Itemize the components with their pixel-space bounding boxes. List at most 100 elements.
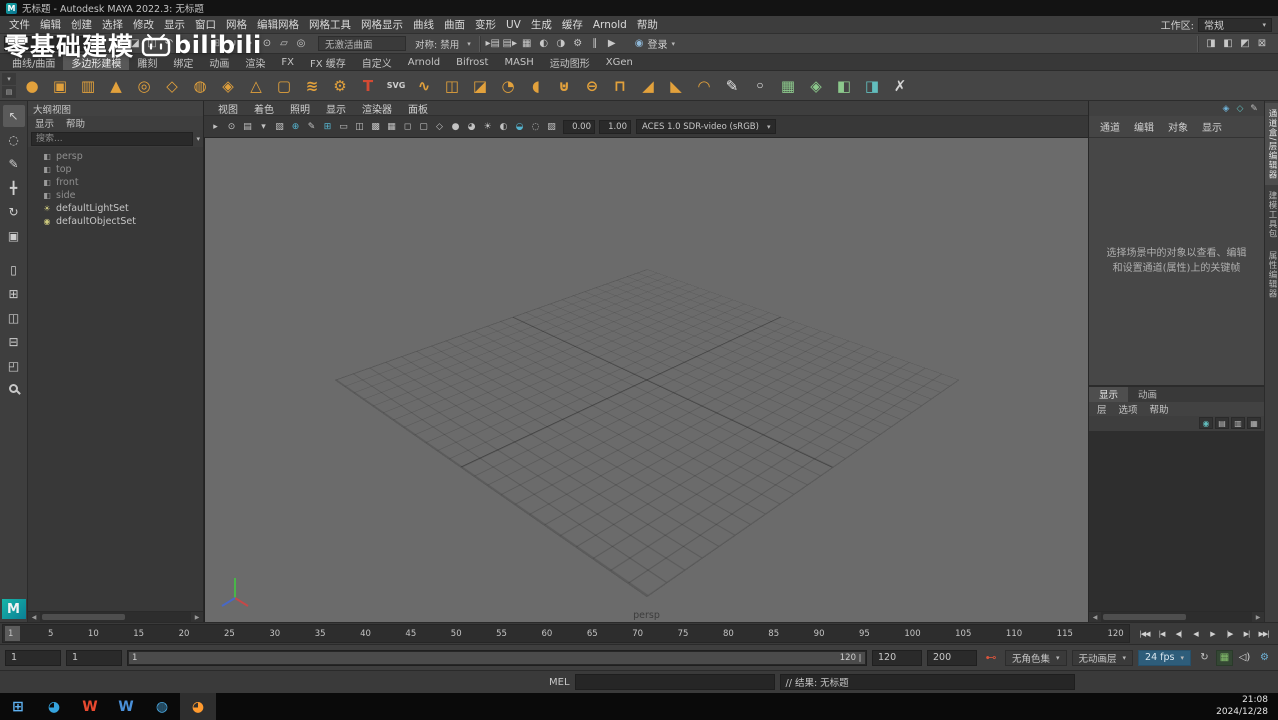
- image-plane-icon[interactable]: ▧: [272, 119, 287, 134]
- channel-box-menu-item[interactable]: 显示: [1195, 119, 1229, 134]
- play-forwards-button[interactable]: ▶: [1205, 626, 1221, 642]
- viewport-menu-item[interactable]: 照明: [282, 101, 318, 116]
- poly-pipe-icon[interactable]: ▢: [271, 73, 297, 99]
- shadows-icon[interactable]: ◐: [496, 119, 511, 134]
- taskbar-clock[interactable]: 21:08 2024/12/28: [1206, 693, 1278, 720]
- shaded-icon[interactable]: ●: [448, 119, 463, 134]
- loop-icon[interactable]: ↻: [1196, 650, 1213, 666]
- make-live-shelf-icon[interactable]: ◈: [803, 73, 829, 99]
- pause-evaluation-icon[interactable]: ∥: [587, 36, 603, 52]
- menu-item[interactable]: 网格工具: [304, 16, 356, 34]
- animation-preferences-icon[interactable]: ⚙: [1256, 650, 1273, 666]
- render-icon[interactable]: ◐: [536, 36, 552, 52]
- menu-item[interactable]: 创建: [66, 16, 97, 34]
- playback-start-field[interactable]: 1: [66, 650, 122, 666]
- two-d-pan-zoom-icon[interactable]: ⊕: [288, 119, 303, 134]
- grid-toggle-icon[interactable]: ⊞: [320, 119, 335, 134]
- scroll-right-icon[interactable]: ▶: [191, 614, 203, 621]
- step-back-key-button[interactable]: |◀: [1154, 626, 1170, 642]
- bookmarks-icon[interactable]: ▾: [256, 119, 271, 134]
- svg-tool-icon[interactable]: SVG: [383, 73, 409, 99]
- move-tool-icon[interactable]: ╋: [3, 177, 25, 199]
- range-slider-track[interactable]: 1 120 ∥: [127, 650, 867, 666]
- outliner-item[interactable]: ◧ front: [28, 176, 203, 189]
- poly-cube-icon[interactable]: ▣: [47, 73, 73, 99]
- layer-editor-tab[interactable]: 动画: [1128, 387, 1167, 402]
- exposure-field[interactable]: 0.00: [563, 120, 595, 134]
- shelf-tab[interactable]: MASH: [496, 54, 541, 70]
- snap-to-point-icon[interactable]: ∙: [242, 36, 258, 52]
- poly-disc-icon[interactable]: ◍: [187, 73, 213, 99]
- gate-mask-icon[interactable]: ▩: [368, 119, 383, 134]
- redo-icon[interactable]: ↷: [178, 36, 194, 52]
- shelf-tab[interactable]: Arnold: [400, 54, 448, 70]
- safe-action-icon[interactable]: ◻: [400, 119, 415, 134]
- channel-box-menu-item[interactable]: 通道: [1093, 119, 1127, 134]
- screen-space-ao-icon[interactable]: ◒: [512, 119, 527, 134]
- save-scene-icon[interactable]: ◫: [144, 36, 160, 52]
- shelf-tab[interactable]: 自定义: [354, 54, 400, 70]
- menu-item[interactable]: 变形: [470, 16, 501, 34]
- outliner-hscrollbar[interactable]: ◀ ▶: [28, 611, 203, 622]
- sidebar-tab[interactable]: 通道盒/层编辑器: [1265, 103, 1278, 185]
- character-set-dropdown[interactable]: 无角色集 ▾: [1005, 650, 1067, 666]
- outliner-item[interactable]: ◉ defaultObjectSet: [28, 215, 203, 228]
- layer-visibility-icon[interactable]: ◉: [1199, 417, 1213, 429]
- outliner-menu-item[interactable]: 显示: [30, 116, 59, 130]
- mirror-icon[interactable]: ◧: [831, 73, 857, 99]
- zoom-tool-icon[interactable]: [3, 377, 25, 399]
- xray-icon[interactable]: ▨: [544, 119, 559, 134]
- layout-four-pane-icon[interactable]: ⊞: [3, 283, 25, 305]
- symmetry-icon[interactable]: ◨: [859, 73, 885, 99]
- play-backwards-button[interactable]: ◀: [1188, 626, 1204, 642]
- layer-list[interactable]: [1089, 431, 1264, 611]
- output-connections-icon[interactable]: ▤▸: [502, 36, 518, 52]
- channel-settings-icon[interactable]: ◇: [1233, 104, 1247, 114]
- auto-keyframe-icon[interactable]: ⊷: [982, 651, 1000, 664]
- camera-attributes-icon[interactable]: ▤: [240, 119, 255, 134]
- symmetry-dropdown[interactable]: 对称: 禁用 ▾: [411, 36, 475, 51]
- layer-editor-menu-item[interactable]: 帮助: [1144, 402, 1175, 416]
- select-tool-icon[interactable]: ↖: [3, 105, 25, 127]
- bevel-icon[interactable]: ◣: [663, 73, 689, 99]
- menu-item[interactable]: 缓存: [557, 16, 588, 34]
- scroll-left-icon[interactable]: ◀: [28, 614, 40, 621]
- close-tool-icon[interactable]: ✗: [887, 73, 913, 99]
- paint-select-tool-icon[interactable]: ✎: [3, 153, 25, 175]
- boolean-intersection-icon[interactable]: ⊓: [607, 73, 633, 99]
- delete-layer-icon[interactable]: ▦: [1247, 417, 1261, 429]
- lock-icon[interactable]: ⊠: [1254, 36, 1270, 52]
- motion-blur-icon[interactable]: ◌: [528, 119, 543, 134]
- shelf-tab[interactable]: 渲染: [237, 54, 273, 70]
- view-transform-dropdown[interactable]: ACES 1.0 SDR-video (sRGB) ▾: [636, 119, 776, 134]
- wireframe-icon[interactable]: ◇: [432, 119, 447, 134]
- sweep-mesh-icon[interactable]: ∿: [411, 73, 437, 99]
- snap-to-curve-icon[interactable]: ∪: [225, 36, 241, 52]
- fps-dropdown[interactable]: 24 fps ▾: [1138, 650, 1191, 666]
- bridge-icon[interactable]: ◠: [691, 73, 717, 99]
- safe-title-icon[interactable]: ▢: [416, 119, 431, 134]
- channel-box-menu-item[interactable]: 对象: [1161, 119, 1195, 134]
- input-connections-icon[interactable]: ▸▤: [485, 36, 501, 52]
- edge-browser-icon[interactable]: ◕: [36, 693, 72, 720]
- resolution-gate-icon[interactable]: ◫: [352, 119, 367, 134]
- sidebar-attribute-editor-icon[interactable]: ◧: [1220, 36, 1236, 52]
- field-chart-icon[interactable]: ▦: [384, 119, 399, 134]
- menu-item[interactable]: 生成: [526, 16, 557, 34]
- workspace-selector[interactable]: 工作区: 常规 ▾: [1161, 17, 1274, 32]
- target-weld-icon[interactable]: ◦: [747, 73, 773, 99]
- layout-single-pane-icon[interactable]: ▯: [3, 259, 25, 281]
- menu-item[interactable]: 编辑网格: [252, 16, 304, 34]
- go-to-end-button[interactable]: ▶▶|: [1256, 626, 1272, 642]
- shelf-tab[interactable]: Bifrost: [448, 54, 496, 70]
- extrude-icon[interactable]: ◢: [635, 73, 661, 99]
- filter-dropdown-icon[interactable]: ▾: [196, 135, 200, 143]
- viewport-menu-item[interactable]: 显示: [318, 101, 354, 116]
- shelf-tab[interactable]: FX 缓存: [302, 54, 354, 70]
- poly-gear-icon[interactable]: ⚙: [327, 73, 353, 99]
- type-tool-icon[interactable]: T: [355, 73, 381, 99]
- extract-icon[interactable]: ◖: [523, 73, 549, 99]
- step-forward-frame-button[interactable]: |▶: [1222, 626, 1238, 642]
- scale-tool-icon[interactable]: ▣: [3, 225, 25, 247]
- textured-icon[interactable]: ◕: [464, 119, 479, 134]
